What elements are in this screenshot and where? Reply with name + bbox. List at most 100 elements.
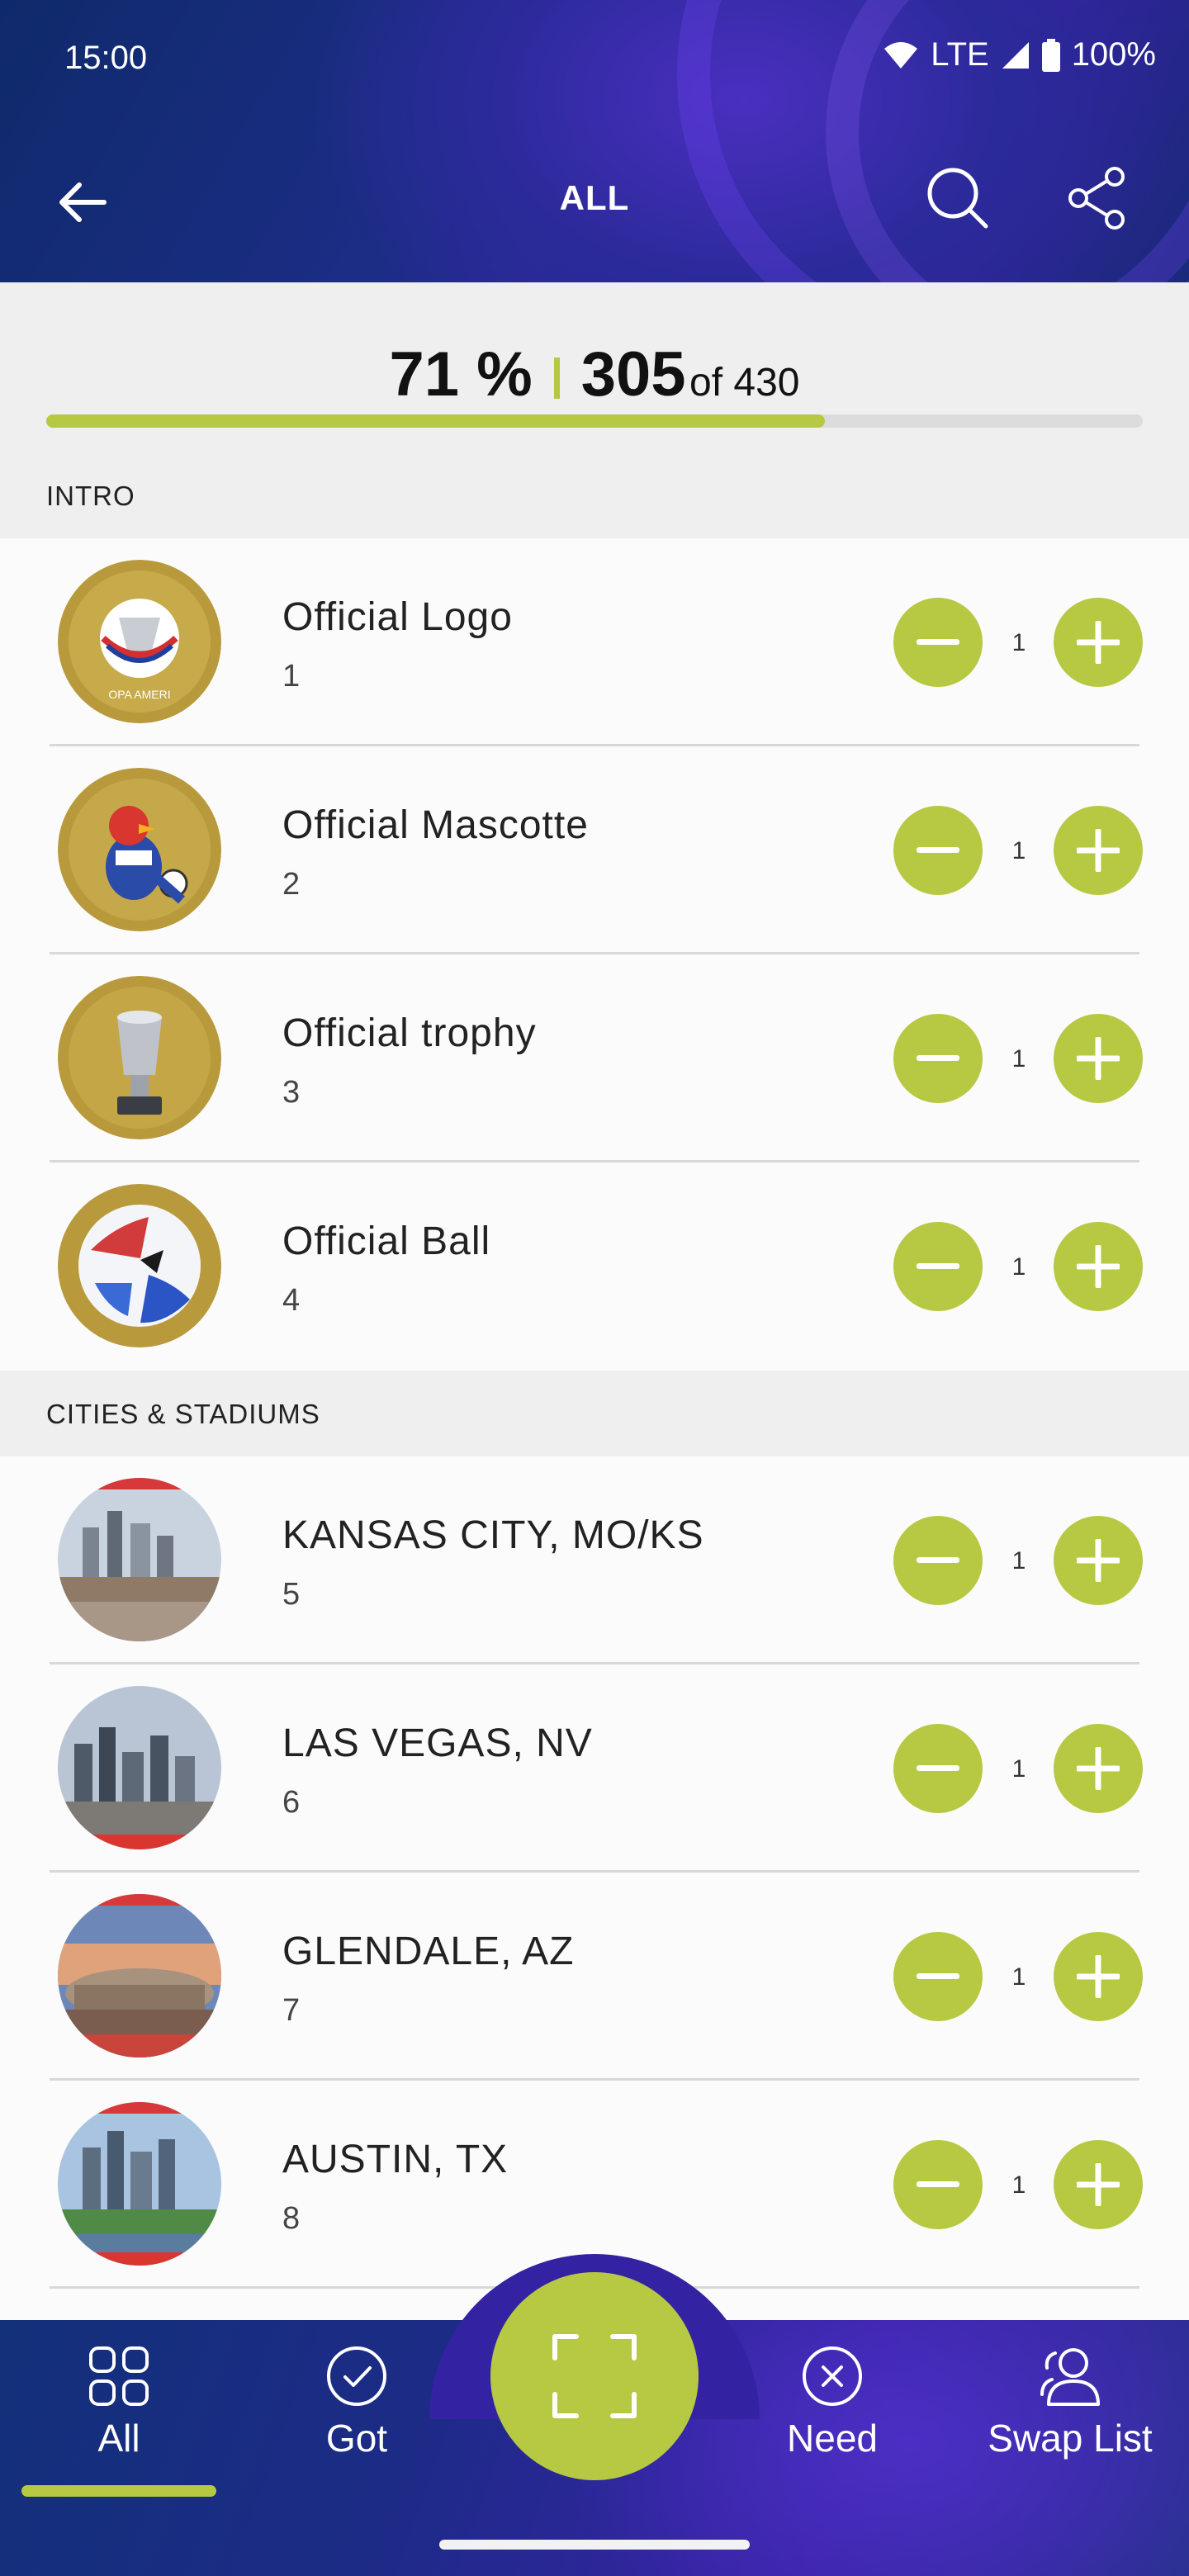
sticker-thumbnail-logo: OPA AMERI (58, 560, 221, 723)
minus-icon (917, 1263, 959, 1269)
nav-tab-all[interactable]: All (20, 2345, 218, 2460)
list-item[interactable]: KANSAS CITY, MO/KS 5 1 (0, 1456, 1189, 1664)
quantity-value: 1 (1011, 629, 1026, 656)
list-item[interactable]: Official trophy 3 1 (0, 954, 1189, 1163)
sticker-thumbnail-kansas-city (58, 1478, 221, 1641)
total-count: of 430 (689, 361, 800, 405)
network-type: LTE (931, 36, 989, 73)
quantity-value: 1 (1011, 1963, 1026, 1991)
share-button[interactable] (1065, 165, 1131, 231)
decrease-button[interactable] (893, 1724, 983, 1813)
sticker-thumbnail-las-vegas (58, 1686, 221, 1849)
list-item[interactable]: LAS VEGAS, NV 6 1 (0, 1664, 1189, 1873)
list-item[interactable]: Official Ball 4 1 (0, 1163, 1189, 1371)
status-time: 15:00 (64, 40, 148, 76)
plus-icon (1077, 829, 1120, 872)
decrease-button[interactable] (893, 1516, 983, 1605)
progress-separator (553, 358, 560, 399)
sticker-name: GLENDALE, AZ (282, 1930, 575, 1973)
decrease-button[interactable] (893, 598, 983, 687)
sticker-number: 4 (282, 1283, 301, 1318)
app-header: 15:00 LTE 100% ALL (0, 0, 1189, 282)
battery-level: 100% (1071, 36, 1156, 73)
search-button[interactable] (925, 165, 991, 231)
decrease-button[interactable] (893, 2140, 983, 2229)
nav-label: Need (787, 2417, 878, 2460)
minus-icon (917, 847, 959, 853)
sticker-name: Official trophy (282, 1011, 537, 1055)
plus-icon (1077, 1955, 1120, 1998)
nav-label: All (97, 2417, 140, 2460)
nav-tab-got[interactable]: Got (258, 2345, 456, 2460)
decrease-button[interactable] (893, 1932, 983, 2021)
increase-button[interactable] (1054, 2140, 1143, 2229)
decrease-button[interactable] (893, 1014, 983, 1103)
increase-button[interactable] (1054, 598, 1143, 687)
progress-percent: 71 % (389, 339, 533, 410)
plus-icon (1077, 1245, 1120, 1288)
decrease-button[interactable] (893, 806, 983, 895)
sticker-name: AUSTIN, TX (282, 2138, 509, 2181)
signal-icon (1002, 41, 1029, 69)
increase-button[interactable] (1054, 1014, 1143, 1103)
scan-button[interactable] (490, 2272, 699, 2480)
quantity-value: 1 (1011, 1045, 1026, 1073)
list-item[interactable]: Official Mascotte 2 1 (0, 746, 1189, 954)
nav-label: Got (325, 2417, 388, 2460)
grid-icon (89, 2346, 149, 2406)
plus-icon (1077, 2163, 1120, 2206)
battery-icon (1041, 38, 1060, 72)
progress-summary: 71 % 305 of 430 (0, 339, 1189, 410)
sticker-name: Official Mascotte (282, 803, 589, 847)
increase-button[interactable] (1054, 1222, 1143, 1311)
scan-icon (552, 2334, 637, 2418)
check-circle-icon (327, 2346, 386, 2406)
nav-label: Swap List (988, 2417, 1153, 2460)
got-count: 305 (580, 339, 686, 410)
minus-icon (917, 639, 959, 645)
sticker-name: LAS VEGAS, NV (282, 1721, 593, 1765)
x-circle-icon (803, 2346, 862, 2406)
sticker-thumbnail-austin (58, 2102, 221, 2266)
increase-button[interactable] (1054, 1932, 1143, 2021)
increase-button[interactable] (1054, 806, 1143, 895)
minus-icon (917, 1055, 959, 1061)
quantity-value: 1 (1011, 1755, 1026, 1783)
minus-icon (917, 1765, 959, 1771)
nav-tab-need[interactable]: Need (733, 2345, 931, 2460)
progress-bar-fill (46, 414, 825, 428)
plus-icon (1077, 1747, 1120, 1790)
sticker-name: KANSAS CITY, MO/KS (282, 1513, 704, 1557)
section-title: CITIES & STADIUMS (46, 1399, 320, 1429)
list-item[interactable]: GLENDALE, AZ 7 1 (0, 1873, 1189, 2081)
sticker-name: Official Ball (282, 1219, 491, 1263)
increase-button[interactable] (1054, 1724, 1143, 1813)
minus-icon (917, 1557, 959, 1563)
wifi-icon (884, 41, 918, 69)
share-icon (1068, 167, 1125, 230)
nav-tab-swap-list[interactable]: Swap List (971, 2345, 1169, 2460)
users-icon (1040, 2348, 1100, 2406)
list-item[interactable]: OPA AMERI Official Logo 1 1 (0, 538, 1189, 746)
sticker-number: 2 (282, 867, 301, 902)
page-title: ALL (559, 178, 630, 217)
status-icons: LTE 100% (883, 36, 1156, 73)
search-icon (927, 168, 988, 229)
bottom-navigation: All Got Need Swap List (0, 2254, 1189, 2576)
system-home-indicator[interactable] (439, 2540, 750, 2550)
quantity-value: 1 (1011, 2171, 1026, 2199)
sticker-number: 5 (282, 1577, 301, 1612)
plus-icon (1077, 1539, 1120, 1582)
section-header-cities-stadiums: CITIES & STADIUMS (0, 1371, 1189, 1456)
progress-bar (46, 414, 1143, 428)
section-title: INTRO (46, 481, 135, 511)
status-bar: 15:00 LTE 100% (0, 0, 1189, 116)
plus-icon (1077, 1037, 1120, 1080)
sticker-number: 6 (282, 1785, 301, 1820)
increase-button[interactable] (1054, 1516, 1143, 1605)
quantity-value: 1 (1011, 837, 1026, 864)
svg-text:OPA AMERI: OPA AMERI (108, 688, 170, 701)
decrease-button[interactable] (893, 1222, 983, 1311)
sticker-number: 3 (282, 1075, 301, 1110)
sticker-name: Official Logo (282, 595, 513, 639)
